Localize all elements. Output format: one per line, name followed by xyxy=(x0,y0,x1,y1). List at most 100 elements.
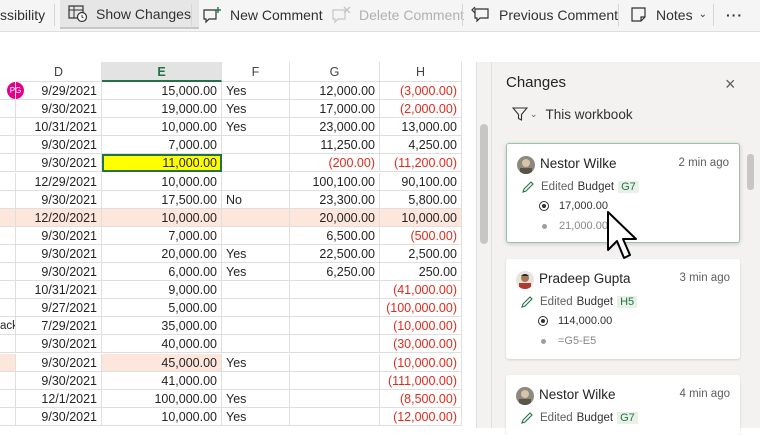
cell-f[interactable]: Yes xyxy=(222,353,290,372)
column-header-h[interactable]: H xyxy=(380,62,462,82)
cell-d[interactable]: 9/27/2021 xyxy=(16,299,102,318)
cell-g[interactable]: 6,250.00 xyxy=(290,263,380,281)
close-icon[interactable]: × xyxy=(725,74,736,95)
cell-a[interactable] xyxy=(0,118,16,137)
cell-g[interactable]: (200.00) xyxy=(290,154,380,173)
cell-f[interactable] xyxy=(222,317,290,336)
accessibility-button[interactable]: ssibility xyxy=(0,0,45,29)
cell-d[interactable]: 9/30/2021 xyxy=(16,154,102,173)
cell-a[interactable] xyxy=(0,136,16,155)
show-changes-button[interactable]: Show Changes xyxy=(60,0,199,29)
cell-f[interactable]: Yes xyxy=(222,407,290,426)
cell-g[interactable]: 17,000.00 xyxy=(290,100,380,119)
cell-g[interactable] xyxy=(290,335,380,354)
cell-h[interactable]: (3,000.00) xyxy=(380,82,462,100)
cell-g[interactable] xyxy=(290,317,380,336)
cell-d[interactable]: 9/30/2021 xyxy=(16,263,102,281)
cell-g[interactable]: 23,300.00 xyxy=(290,190,380,209)
cell-h[interactable]: (100,000.00) xyxy=(380,299,462,318)
cell-f[interactable]: Yes xyxy=(222,118,290,137)
cell-a[interactable] xyxy=(0,371,16,390)
cell-d[interactable]: 9/30/2021 xyxy=(16,190,102,209)
cell-d[interactable]: 9/30/2021 xyxy=(16,226,102,245)
cell-h[interactable]: (111,000.00) xyxy=(380,371,462,390)
more-options-button[interactable]: ··· xyxy=(726,0,743,29)
cell-d[interactable]: 9/29/2021 xyxy=(16,82,102,100)
cell-h[interactable]: (10,000.00) xyxy=(380,353,462,372)
cell-h[interactable]: 2,500.00 xyxy=(380,244,462,263)
cell-f[interactable]: No xyxy=(222,190,290,209)
cell-h[interactable]: (12,000.00) xyxy=(380,407,462,426)
column-header-g[interactable]: G xyxy=(290,62,380,82)
cell-a[interactable] xyxy=(0,244,16,263)
cell-e[interactable]: 10,000.00 xyxy=(102,172,222,191)
new-comment-button[interactable]: New Comment xyxy=(202,0,323,29)
cell-e[interactable]: 35,000.00 xyxy=(102,317,222,336)
cell-h[interactable]: 10,000.00 xyxy=(380,208,462,227)
pane-scrollbar[interactable] xyxy=(745,152,755,428)
cell-d[interactable]: 9/30/2021 xyxy=(16,371,102,390)
cell-reference-link[interactable]: G7 xyxy=(618,181,639,193)
cell-f[interactable] xyxy=(222,335,290,354)
cell-e[interactable]: 19,000.00 xyxy=(102,100,222,119)
cell-a[interactable] xyxy=(0,172,16,191)
cell-e[interactable]: 15,000.00 xyxy=(102,82,222,100)
cell-f[interactable] xyxy=(222,371,290,390)
cell-f[interactable]: Yes xyxy=(222,244,290,263)
cell-d[interactable]: 12/1/2021 xyxy=(16,389,102,408)
cell-d[interactable]: 9/30/2021 xyxy=(16,335,102,354)
cell-e[interactable]: 17,500.00 xyxy=(102,190,222,209)
cell-d[interactable]: 12/29/2021 xyxy=(16,172,102,191)
cell-e[interactable]: 45,000.00 xyxy=(102,353,222,372)
cell-f[interactable] xyxy=(222,154,290,173)
cell-f[interactable] xyxy=(222,299,290,318)
cell-d[interactable]: 9/30/2021 xyxy=(16,136,102,155)
cell-a[interactable] xyxy=(0,100,16,119)
cell-h[interactable]: 250.00 xyxy=(380,263,462,281)
change-card[interactable]: Pradeep Gupta 3 min ago Edited Budget H5… xyxy=(506,259,740,359)
cell-f[interactable] xyxy=(222,226,290,245)
cell-d[interactable]: 9/30/2021 xyxy=(16,353,102,372)
cell-g[interactable]: 6,500.00 xyxy=(290,226,380,245)
cell-a[interactable] xyxy=(0,208,16,227)
change-card[interactable]: Nestor Wilke 4 min ago Edited Budget G7 xyxy=(506,375,740,435)
cell-f[interactable] xyxy=(222,172,290,191)
cell-h[interactable]: (500.00) xyxy=(380,226,462,245)
cell-g[interactable]: 22,500.00 xyxy=(290,244,380,263)
cell-g[interactable] xyxy=(290,299,380,318)
cell-a[interactable] xyxy=(0,281,16,300)
cell-d[interactable]: 12/20/2021 xyxy=(16,208,102,227)
cell-f[interactable] xyxy=(222,281,290,300)
cell-f[interactable] xyxy=(222,208,290,227)
cell-g[interactable] xyxy=(290,353,380,372)
cell-g[interactable] xyxy=(290,281,380,300)
delete-comment-button[interactable]: Delete Comment xyxy=(331,0,464,29)
cell-e[interactable]: 9,000.00 xyxy=(102,281,222,300)
scrollbar-thumb[interactable] xyxy=(480,124,488,244)
cell-g[interactable]: 20,000.00 xyxy=(290,208,380,227)
cell-g[interactable]: 100,100.00 xyxy=(290,172,380,191)
cell-a[interactable] xyxy=(0,389,16,408)
filter-dropdown[interactable]: ⌄ This workbook xyxy=(512,106,633,122)
cell-f[interactable] xyxy=(222,136,290,155)
cell-h[interactable]: 13,000.00 xyxy=(380,118,462,137)
cell-d[interactable]: 9/30/2021 xyxy=(16,407,102,426)
cell-g[interactable]: 23,000.00 xyxy=(290,118,380,137)
previous-comment-button[interactable]: Previous Comment xyxy=(471,0,618,29)
cell-e[interactable]: 20,000.00 xyxy=(102,244,222,263)
cell-a[interactable]: ack xyxy=(0,317,16,336)
cell-h[interactable]: 4,250.00 xyxy=(380,136,462,155)
column-header-d[interactable]: D xyxy=(16,62,102,82)
cell-a[interactable] xyxy=(0,263,16,281)
cell-a[interactable] xyxy=(0,335,16,354)
cell-e[interactable]: 7,000.00 xyxy=(102,136,222,155)
cell-g[interactable] xyxy=(290,371,380,390)
cell-h[interactable]: (30,000.00) xyxy=(380,335,462,354)
cell-a[interactable] xyxy=(0,226,16,245)
cell-h[interactable]: (41,000.00) xyxy=(380,281,462,300)
cell-e[interactable]: 7,000.00 xyxy=(102,226,222,245)
cell-a[interactable] xyxy=(0,82,16,100)
cell-e[interactable]: 40,000.00 xyxy=(102,335,222,354)
cell-h[interactable]: (8,500.00) xyxy=(380,389,462,408)
cell-h[interactable]: 90,100.00 xyxy=(380,172,462,191)
